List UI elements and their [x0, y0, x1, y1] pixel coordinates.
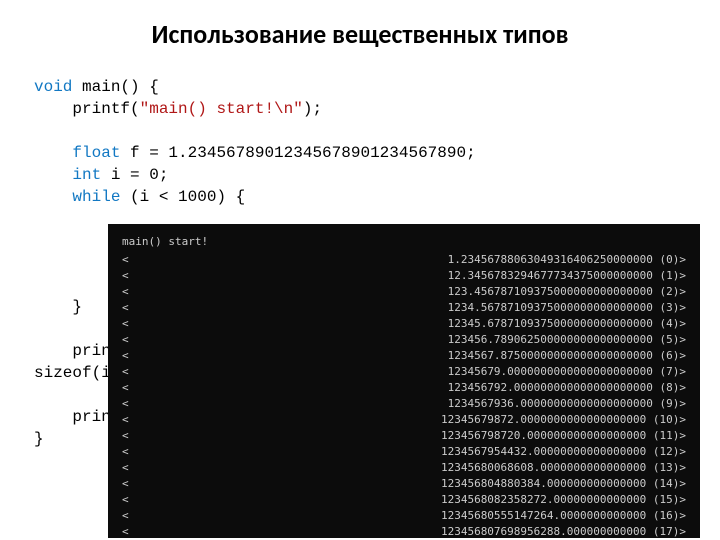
console-row-prefix: < [122, 380, 130, 396]
console-row-value: 123456798720.000000000000000000 (11)> [130, 428, 686, 444]
console-row-value: 12345.6787109375000000000000000 (4)> [130, 316, 686, 332]
code-text: } [34, 430, 44, 448]
console-row: <123456792.000000000000000000000 (8)> [108, 380, 700, 396]
string-literal: "main() start!\n" [140, 100, 303, 118]
console-row: <1234567.87500000000000000000000 (6)> [108, 348, 700, 364]
console-row-value: 12.3456783294677734375000000000 (1)> [130, 268, 686, 284]
console-row-prefix: < [122, 268, 130, 284]
console-row-value: 1234568082358272.00000000000000 (15)> [130, 492, 686, 508]
console-row-value: 1234.56787109375000000000000000 (3)> [130, 300, 686, 316]
console-row: <12345679.0000000000000000000000 (7)> [108, 364, 700, 380]
console-row: <1234567954432.00000000000000000 (12)> [108, 444, 700, 460]
code-text: } [34, 298, 82, 316]
console-row-prefix: < [122, 284, 130, 300]
console-header: main() start! [108, 234, 700, 252]
console-row-value: 12345679872.0000000000000000000 (10)> [130, 412, 686, 428]
console-row-prefix: < [122, 332, 130, 348]
console-row: <1.23456788063049316406250000000 (0)> [108, 252, 700, 268]
console-row: <123456798720.000000000000000000 (11)> [108, 428, 700, 444]
console-row-prefix: < [122, 316, 130, 332]
console-row-prefix: < [122, 508, 130, 524]
keyword-void: void [34, 78, 72, 96]
console-row-prefix: < [122, 524, 130, 538]
code-text: main() { [72, 78, 158, 96]
console-row-value: 1.23456788063049316406250000000 (0)> [130, 252, 686, 268]
console-row: <12345.6787109375000000000000000 (4)> [108, 316, 700, 332]
code-text [34, 144, 72, 162]
keyword-int: int [72, 166, 101, 184]
console-row-value: 12345680555147264.0000000000000 (16)> [130, 508, 686, 524]
console-row-prefix: < [122, 300, 130, 316]
console-row-prefix: < [122, 348, 130, 364]
console-row-prefix: < [122, 444, 130, 460]
code-text: (i < 1000) { [120, 188, 245, 206]
console-row-prefix: < [122, 364, 130, 380]
console-row-value: 12345680068608.0000000000000000 (13)> [130, 460, 686, 476]
code-text: printf( [34, 100, 140, 118]
console-output: main() start! <1.23456788063049316406250… [108, 224, 700, 538]
console-row-value: 1234567936.00000000000000000000 (9)> [130, 396, 686, 412]
code-text: ); [303, 100, 322, 118]
slide-title: Использование вещественных типов [0, 18, 720, 50]
console-row-value: 123456792.000000000000000000000 (8)> [130, 380, 686, 396]
console-row: <123456807698956288.000000000000 (17)> [108, 524, 700, 538]
console-row: <123456804880384.000000000000000 (14)> [108, 476, 700, 492]
console-row: <1234568082358272.00000000000000 (15)> [108, 492, 700, 508]
code-text: f = 1.23456789012345678901234567890; [120, 144, 475, 162]
console-row-value: 123456.789062500000000000000000 (5)> [130, 332, 686, 348]
console-row: <1234.56787109375000000000000000 (3)> [108, 300, 700, 316]
console-row-prefix: < [122, 492, 130, 508]
console-row-prefix: < [122, 460, 130, 476]
console-row-prefix: < [122, 476, 130, 492]
console-row-value: 123456804880384.000000000000000 (14)> [130, 476, 686, 492]
console-row-prefix: < [122, 252, 130, 268]
console-row: <12.3456783294677734375000000000 (1)> [108, 268, 700, 284]
console-row: <12345680068608.0000000000000000 (13)> [108, 460, 700, 476]
code-text: i = 0; [101, 166, 168, 184]
code-text [34, 166, 72, 184]
console-row-value: 1234567954432.00000000000000000 (12)> [130, 444, 686, 460]
console-row: <123.456787109375000000000000000 (2)> [108, 284, 700, 300]
console-row: <12345680555147264.0000000000000 (16)> [108, 508, 700, 524]
console-row: <1234567936.00000000000000000000 (9)> [108, 396, 700, 412]
console-row: <12345679872.0000000000000000000 (10)> [108, 412, 700, 428]
console-row-value: 123456807698956288.000000000000 (17)> [130, 524, 686, 538]
slide: Использование вещественных типов void ma… [0, 0, 720, 540]
console-row-value: 123.456787109375000000000000000 (2)> [130, 284, 686, 300]
code-text [34, 188, 72, 206]
console-row-value: 12345679.0000000000000000000000 (7)> [130, 364, 686, 380]
console-row-value: 1234567.87500000000000000000000 (6)> [130, 348, 686, 364]
console-row: <123456.789062500000000000000000 (5)> [108, 332, 700, 348]
console-row-prefix: < [122, 396, 130, 412]
console-row-prefix: < [122, 412, 130, 428]
keyword-while: while [72, 188, 120, 206]
keyword-float: float [72, 144, 120, 162]
console-row-prefix: < [122, 428, 130, 444]
